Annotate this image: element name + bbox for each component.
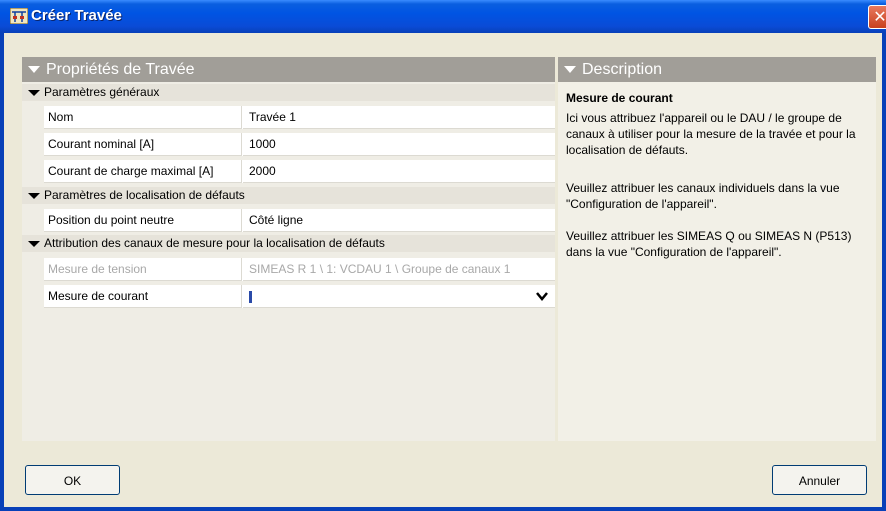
collapse-arrow-icon — [28, 192, 40, 199]
property-row-nominal-current[interactable]: Courant nominal [A] 1000 — [44, 133, 555, 156]
property-label: Mesure de courant — [44, 285, 242, 308]
properties-header-label: Propriétés de Travée — [46, 61, 195, 78]
collapse-arrow-icon — [28, 89, 40, 96]
section-general[interactable]: Paramètres généraux — [22, 84, 555, 101]
dropdown-button[interactable] — [531, 287, 553, 306]
window-title: Créer Travée — [31, 7, 122, 24]
section-general-title: Paramètres généraux — [44, 85, 160, 99]
section-fault-location-title: Paramètres de localisation de défauts — [44, 188, 245, 202]
property-label: Courant nominal [A] — [44, 133, 242, 156]
property-row-max-load-current[interactable]: Courant de charge maximal [A] 2000 — [44, 160, 555, 183]
property-label: Nom — [44, 106, 242, 129]
bay-icon — [9, 7, 29, 25]
current-measurement-dropdown[interactable] — [243, 285, 555, 308]
properties-header[interactable]: Propriétés de Travée — [22, 57, 555, 82]
name-field[interactable]: Travée 1 — [243, 106, 555, 129]
section-channel-assignment-title: Attribution des canaux de mesure pour la… — [44, 236, 385, 250]
collapse-arrow-icon — [28, 66, 40, 74]
property-row-voltage-measurement: Mesure de tension SIMEAS R 1 \ 1: VCDAU … — [44, 258, 555, 281]
description-title: Mesure de courant — [566, 91, 673, 105]
voltage-measurement-field: SIMEAS R 1 \ 1: VCDAU 1 \ Groupe de cana… — [243, 258, 555, 281]
property-row-neutral-point[interactable]: Position du point neutre Côté ligne — [44, 209, 555, 232]
property-label: Position du point neutre — [44, 209, 242, 232]
collapse-arrow-icon — [28, 240, 40, 247]
dialog-window: Créer Travée ✕ Propriétés de Travée Para… — [0, 0, 886, 511]
text-cursor — [249, 290, 252, 303]
description-header[interactable]: Description — [558, 57, 876, 82]
property-label: Mesure de tension — [44, 258, 242, 281]
description-paragraph: Veuillez attribuer les canaux individuel… — [566, 181, 840, 211]
window-border-left — [0, 33, 4, 511]
section-fault-location[interactable]: Paramètres de localisation de défauts — [22, 187, 555, 204]
collapse-arrow-icon — [564, 66, 576, 74]
chevron-down-icon — [536, 292, 548, 301]
max-load-current-field[interactable]: 2000 — [243, 160, 555, 183]
window-border-bottom — [0, 507, 886, 511]
description-paragraph: Ici vous attribuez l'appareil ou le DAU … — [566, 111, 856, 157]
description-paragraph: Veuillez attribuer les SIMEAS Q ou SIMEA… — [566, 229, 852, 259]
window-border-right — [882, 33, 886, 511]
ok-button[interactable]: OK — [25, 465, 120, 495]
property-row-name[interactable]: Nom Travée 1 — [44, 106, 555, 129]
description-header-label: Description — [582, 61, 663, 78]
close-button[interactable]: ✕ — [868, 5, 886, 29]
property-row-current-measurement[interactable]: Mesure de courant — [44, 285, 555, 308]
neutral-point-field[interactable]: Côté ligne — [243, 209, 555, 232]
section-channel-assignment[interactable]: Attribution des canaux de mesure pour la… — [22, 235, 555, 252]
title-bar[interactable]: Créer Travée ✕ — [0, 0, 886, 33]
nominal-current-field[interactable]: 1000 — [243, 133, 555, 156]
property-label: Courant de charge maximal [A] — [44, 160, 242, 183]
cancel-button[interactable]: Annuler — [772, 465, 867, 495]
